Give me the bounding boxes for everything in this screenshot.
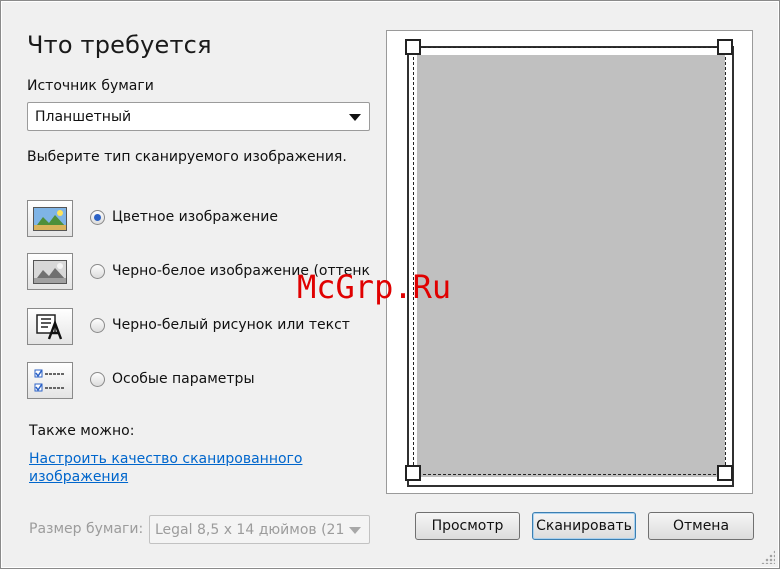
- scan-dialog: Что требуется Источник бумаги Планшетный…: [0, 0, 780, 569]
- radio-custom-settings[interactable]: [90, 372, 105, 387]
- cancel-button[interactable]: Отмена: [648, 512, 754, 540]
- crop-handle-bottom-right[interactable]: [717, 465, 733, 481]
- watermark: McGrp.Ru: [297, 268, 452, 306]
- scan-preview-area[interactable]: [386, 30, 753, 494]
- crop-handle-bottom-left[interactable]: [405, 465, 421, 481]
- scan-button[interactable]: Сканировать: [532, 512, 636, 540]
- paper-source-label: Источник бумаги: [27, 78, 154, 94]
- crop-handle-top-right[interactable]: [717, 39, 733, 55]
- paper-source-value: Планшетный: [35, 109, 132, 125]
- custom-settings-icon[interactable]: [27, 362, 73, 399]
- bw-text-icon[interactable]: [27, 308, 73, 345]
- preview-button[interactable]: Просмотр: [415, 512, 520, 540]
- option-color-image-label: Цветное изображение: [112, 209, 278, 225]
- radio-color-image[interactable]: [90, 210, 105, 225]
- crop-handle-top-left[interactable]: [405, 39, 421, 55]
- color-photo-icon[interactable]: [27, 200, 73, 237]
- chevron-down-icon: [349, 114, 361, 121]
- option-bw-text-label: Черно-белый рисунок или текст: [112, 317, 350, 333]
- also-label: Также можно:: [29, 423, 135, 439]
- option-custom-settings-label: Особые параметры: [112, 371, 255, 387]
- paper-size-label: Размер бумаги:: [29, 521, 144, 537]
- radio-grayscale-image[interactable]: [90, 264, 105, 279]
- crop-selection[interactable]: [413, 47, 726, 475]
- paper-size-select[interactable]: Legal 8,5 x 14 дюймов (21: [149, 515, 370, 544]
- radio-bw-text[interactable]: [90, 318, 105, 333]
- resize-grip-icon[interactable]: [761, 550, 775, 564]
- paper-size-value: Legal 8,5 x 14 дюймов (21: [155, 522, 345, 538]
- configure-quality-link[interactable]: Настроить качество сканированного изобра…: [29, 450, 319, 486]
- chevron-down-icon: [349, 527, 361, 534]
- scan-type-prompt: Выберите тип сканируемого изображения.: [27, 149, 347, 165]
- paper-source-select[interactable]: Планшетный: [27, 102, 370, 131]
- grayscale-photo-icon[interactable]: [27, 253, 73, 290]
- dialog-title: Что требуется: [27, 31, 212, 59]
